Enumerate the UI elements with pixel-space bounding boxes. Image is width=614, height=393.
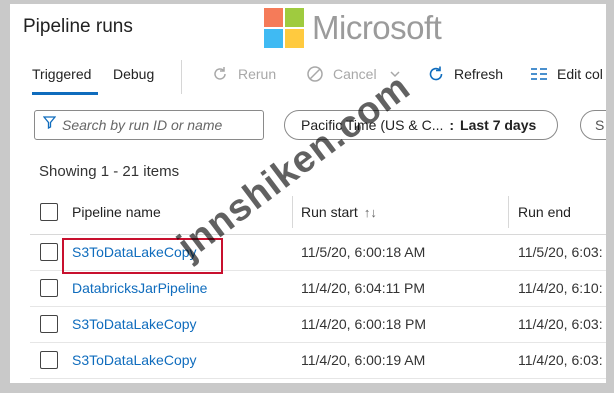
refresh-icon <box>426 64 446 84</box>
sort-icon: ↑↓ <box>363 205 377 220</box>
refresh-label: Refresh <box>454 66 504 82</box>
header-run-end[interactable]: Run end <box>518 204 571 220</box>
header-pipeline-name[interactable]: Pipeline name <box>72 204 161 220</box>
row-checkbox[interactable] <box>40 351 58 369</box>
pipeline-name-link[interactable]: DatabricksJarPipeline <box>72 280 207 296</box>
row-checkbox[interactable] <box>40 279 58 297</box>
highlight-box <box>62 238 223 274</box>
time-range-value: Last 7 days <box>460 117 537 133</box>
timezone-label: Pacific Time (US & C... <box>301 117 444 133</box>
microsoft-wordmark: Microsoft <box>312 9 442 46</box>
select-all-checkbox[interactable] <box>40 203 58 221</box>
cancel-label: Cancel <box>333 66 377 82</box>
run-end-cell: 11/5/20, 6:03: <box>518 244 603 260</box>
tab-triggered[interactable]: Triggered <box>32 66 91 82</box>
run-start-cell: 11/4/20, 6:00:18 PM <box>301 316 427 332</box>
cancel-icon <box>305 64 325 84</box>
refresh-button[interactable]: Refresh <box>426 64 503 84</box>
column-divider <box>508 196 509 228</box>
status-filter[interactable]: S <box>580 110 606 140</box>
run-start-cell: 11/4/20, 6:00:19 AM <box>301 352 426 368</box>
page-title: Pipeline runs <box>23 16 133 37</box>
microsoft-logo-icon <box>264 8 304 48</box>
table-row[interactable]: S3ToDataLakeCopy 11/4/20, 6:00:19 AM 11/… <box>30 343 606 379</box>
screenshot-frame: Pipeline runs Microsoft Triggered Debug … <box>10 4 606 383</box>
rerun-button[interactable]: Rerun <box>210 64 276 84</box>
header-run-start-label: Run start <box>301 204 358 220</box>
microsoft-logo-watermark: Microsoft <box>264 8 442 48</box>
run-end-cell: 11/4/20, 6:03: <box>518 352 603 368</box>
time-range-filter[interactable]: Pacific Time (US & C... : Last 7 days <box>284 110 558 140</box>
table-row[interactable]: S3ToDataLakeCopy 11/4/20, 6:00:18 PM 11/… <box>30 307 606 343</box>
toolbar-divider <box>181 60 182 94</box>
filter-icon <box>42 116 57 134</box>
edit-columns-button[interactable]: Edit col <box>529 64 603 84</box>
chevron-down-icon <box>385 64 405 84</box>
rerun-label: Rerun <box>238 66 277 82</box>
header-run-start[interactable]: Run start ↑↓ <box>301 204 377 220</box>
run-start-cell: 11/4/20, 6:04:11 PM <box>301 280 426 296</box>
active-tab-indicator <box>32 92 98 95</box>
edit-columns-label: Edit col <box>557 66 603 82</box>
table-header: Pipeline name Run start ↑↓ Run end <box>30 190 606 235</box>
column-divider <box>292 196 293 228</box>
items-count: Showing 1 - 21 items <box>39 163 180 180</box>
search-input[interactable]: Search by run ID or name <box>34 110 264 140</box>
cancel-button[interactable]: Cancel <box>305 64 405 84</box>
row-checkbox[interactable] <box>40 315 58 333</box>
run-end-cell: 11/4/20, 6:10: <box>518 280 603 296</box>
table-row[interactable]: DatabricksJarPipeline 11/4/20, 6:04:11 P… <box>30 271 606 307</box>
tab-debug[interactable]: Debug <box>113 66 154 82</box>
status-filter-label: S <box>595 117 605 133</box>
row-checkbox[interactable] <box>40 243 58 261</box>
pipeline-name-link[interactable]: S3ToDataLakeCopy <box>72 352 197 368</box>
run-end-cell: 11/4/20, 6:03: <box>518 316 603 332</box>
pipeline-name-link[interactable]: S3ToDataLakeCopy <box>72 316 197 332</box>
search-placeholder: Search by run ID or name <box>62 117 223 133</box>
columns-icon <box>529 64 549 84</box>
run-start-cell: 11/5/20, 6:00:18 AM <box>301 244 426 260</box>
rerun-icon <box>210 64 230 84</box>
